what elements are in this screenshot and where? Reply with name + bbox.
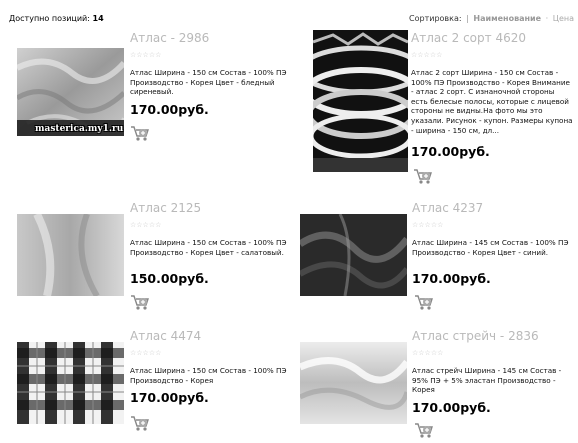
product-description: Атлас Ширина - 150 см Состав - 100% ПЭ П… <box>130 68 287 97</box>
listing-toolbar: Доступно позиций: 14 Сортировка: | Наиме… <box>0 12 578 26</box>
rating-stars[interactable]: ☆☆☆☆☆ <box>412 349 443 357</box>
product-price: 170.00руб. <box>412 271 491 286</box>
product-price: 150.00руб. <box>130 271 209 286</box>
sort-by-price-link[interactable]: Цена <box>553 14 574 23</box>
rating-stars[interactable]: ☆☆☆☆☆ <box>412 221 443 229</box>
product-image[interactable] <box>300 214 407 296</box>
product-image[interactable] <box>17 342 124 424</box>
product-title[interactable]: Атлас 2 сорт 4620 <box>411 31 526 45</box>
product-title[interactable]: Атлас - 2986 <box>130 31 209 45</box>
add-to-cart-icon[interactable] <box>414 421 434 439</box>
add-to-cart-icon[interactable] <box>130 124 150 142</box>
sort-separator: | <box>466 14 469 23</box>
items-count: Доступно позиций: 14 <box>9 14 104 23</box>
items-count-value: 14 <box>92 14 104 23</box>
product-price: 170.00руб. <box>130 102 209 117</box>
rating-stars[interactable]: ☆☆☆☆☆ <box>130 221 161 229</box>
add-to-cart-icon[interactable] <box>130 293 150 311</box>
product-image[interactable] <box>17 214 124 296</box>
items-count-label: Доступно позиций: <box>9 14 90 23</box>
product-image[interactable]: masterica.my1.ru <box>17 48 124 136</box>
add-to-cart-icon[interactable] <box>413 167 433 185</box>
rating-stars[interactable]: ☆☆☆☆☆ <box>130 51 161 59</box>
add-to-cart-icon[interactable] <box>130 414 150 432</box>
sort-bar: Сортировка: | Наименование · Цена <box>409 14 574 23</box>
product-description: Атлас стрейч Ширина - 145 см Состав - 95… <box>412 366 562 395</box>
add-to-cart-icon[interactable] <box>414 293 434 311</box>
sort-label: Сортировка: <box>409 14 462 23</box>
product-description: Атлас Ширина - 145 см Состав - 100% ПЭ П… <box>412 238 569 257</box>
product-image[interactable] <box>313 30 408 172</box>
product-price: 170.00руб. <box>130 390 209 405</box>
product-title[interactable]: Атлас стрейч - 2836 <box>412 329 539 343</box>
product-price: 170.00руб. <box>411 144 490 159</box>
product-title[interactable]: Атлас 4474 <box>130 329 201 343</box>
product-title[interactable]: Атлас 4237 <box>412 201 483 215</box>
product-description: Атлас Ширина - 150 см Состав - 100% ПЭ П… <box>130 366 287 385</box>
sort-by-name-link[interactable]: Наименование <box>473 14 541 23</box>
rating-stars[interactable]: ☆☆☆☆☆ <box>411 51 442 59</box>
product-description: Атлас Ширина - 150 см Состав - 100% ПЭ П… <box>130 238 287 257</box>
product-image[interactable] <box>300 342 407 424</box>
product-title[interactable]: Атлас 2125 <box>130 201 201 215</box>
image-watermark: masterica.my1.ru <box>35 124 124 134</box>
product-description: Атлас 2 сорт Ширина - 150 см Состав - 10… <box>411 68 573 135</box>
sort-separator: · <box>545 14 549 23</box>
rating-stars[interactable]: ☆☆☆☆☆ <box>130 349 161 357</box>
product-price: 170.00руб. <box>412 400 491 415</box>
